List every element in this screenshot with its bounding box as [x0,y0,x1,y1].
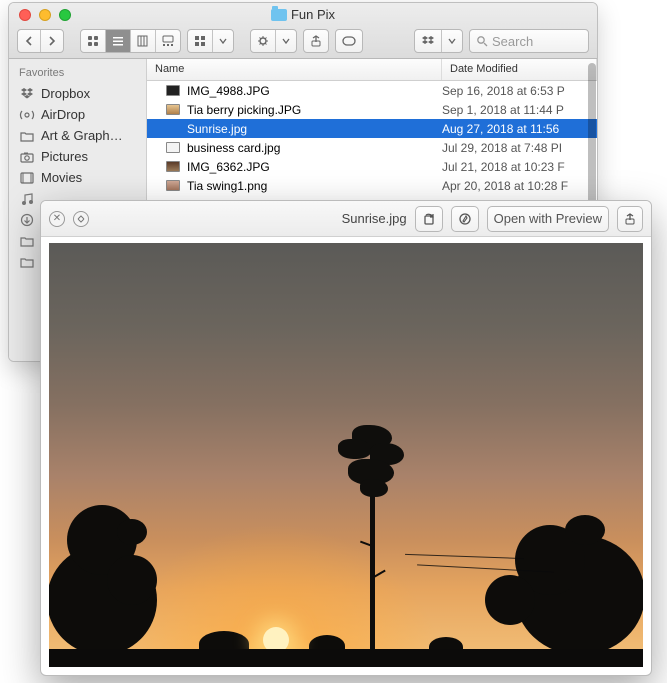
markup-icon [458,212,472,226]
rotate-icon [422,212,436,226]
file-thumb-icon [165,122,181,136]
dropbox-icon [421,35,435,47]
file-name: Sunrise.jpg [187,122,442,136]
search-placeholder: Search [492,34,533,49]
share-icon [624,213,636,225]
file-row[interactable]: Sunrise.jpgAug 27, 2018 at 11:56 [147,119,597,138]
file-name: Tia berry picking.JPG [187,103,442,117]
file-thumb-icon [165,141,181,155]
close-button[interactable]: ✕ [49,211,65,227]
folder-outline-icon [19,129,35,143]
sidebar-item-label: Dropbox [41,86,90,101]
quicklook-toolbar: ✕ Sunrise.jpg Open with Preview [41,201,651,237]
file-thumb-icon [165,179,181,193]
gear-icon [257,35,269,47]
sidebar-item-airdrop[interactable]: AirDrop [9,104,146,125]
file-row[interactable]: Tia berry picking.JPGSep 1, 2018 at 11:4… [147,100,597,119]
tags-button[interactable] [335,29,363,53]
window-title-text: Fun Pix [291,7,335,22]
dropbox-menu[interactable] [414,29,463,53]
file-date: Sep 1, 2018 at 11:44 P [442,103,597,117]
sidebar-item-label: Pictures [41,149,88,164]
music-icon [19,192,35,206]
sidebar-item-movies[interactable]: Movies [9,167,146,188]
file-date: Sep 16, 2018 at 6:53 P [442,84,597,98]
search-field[interactable]: Search [469,29,589,53]
sidebar-item-art[interactable]: Art & Graph… [9,125,146,146]
open-with-button[interactable]: Open with Preview [487,206,609,232]
close-icon: ✕ [53,213,61,224]
file-name: IMG_6362.JPG [187,160,442,174]
icon-view-button[interactable] [81,30,106,52]
tree-silhouette-center [370,443,375,653]
sidebar-item-label: Movies [41,170,82,185]
file-name: IMG_4988.JPG [187,84,442,98]
folder-icon [271,9,287,21]
file-row[interactable]: IMG_4988.JPGSep 16, 2018 at 6:53 P [147,81,597,100]
action-menu[interactable] [250,29,297,53]
airdrop-icon [19,108,35,122]
sidebar-item-label: AirDrop [41,107,85,122]
toolbar: Search [17,27,589,55]
file-row[interactable]: business card.jpgJul 29, 2018 at 7:48 PI [147,138,597,157]
download-icon [19,213,35,227]
file-row[interactable]: Tia swing1.pngApr 20, 2018 at 10:28 F [147,176,597,195]
column-name[interactable]: Name [147,59,442,80]
share-button[interactable] [303,29,329,53]
quicklook-window: ✕ Sunrise.jpg Open with Preview [40,200,652,676]
scrollbar[interactable] [588,63,596,223]
rotate-button[interactable] [415,206,443,232]
camera-icon [19,150,35,164]
file-date: Apr 20, 2018 at 10:28 F [442,179,597,193]
tree-silhouette-right [485,515,643,655]
file-date: Jul 29, 2018 at 7:48 PI [442,141,597,155]
file-rows: IMG_4988.JPGSep 16, 2018 at 6:53 PTia be… [147,81,597,195]
expand-icon [77,215,85,223]
nav-back-forward [17,29,64,53]
search-icon [476,35,488,47]
gallery-view-button[interactable] [156,30,180,52]
tree-silhouette-left [49,505,167,655]
sidebar-heading: Favorites [9,65,146,83]
folder-outline-icon [19,234,35,248]
file-name: business card.jpg [187,141,442,155]
view-switch [80,29,181,53]
markup-button[interactable] [451,206,479,232]
window-title: Fun Pix [9,7,597,22]
quicklook-filename: Sunrise.jpg [342,211,407,226]
file-thumb-icon [165,84,181,98]
file-name: Tia swing1.png [187,179,442,193]
file-date: Jul 21, 2018 at 10:23 F [442,160,597,174]
file-date: Aug 27, 2018 at 11:56 [442,122,597,136]
column-date[interactable]: Date Modified [442,59,597,80]
column-headers: Name Date Modified [147,59,597,81]
share-icon [310,35,322,47]
file-thumb-icon [165,103,181,117]
quicklook-image [49,243,643,667]
share-button[interactable] [617,206,643,232]
tag-icon [342,36,356,46]
arrange-menu[interactable] [187,29,234,53]
sidebar-item-label: Art & Graph… [41,128,123,143]
fullscreen-button[interactable] [73,211,89,227]
titlebar: Fun Pix [9,3,597,59]
folder-outline-icon [19,255,35,269]
open-with-label: Open with Preview [494,211,602,226]
forward-button[interactable] [41,30,63,52]
file-thumb-icon [165,160,181,174]
column-view-button[interactable] [131,30,156,52]
sidebar-item-pictures[interactable]: Pictures [9,146,146,167]
dropbox-icon [19,87,35,101]
file-row[interactable]: IMG_6362.JPGJul 21, 2018 at 10:23 F [147,157,597,176]
sidebar-item-dropbox[interactable]: Dropbox [9,83,146,104]
back-button[interactable] [18,30,41,52]
list-view-button[interactable] [106,30,131,52]
film-icon [19,171,35,185]
